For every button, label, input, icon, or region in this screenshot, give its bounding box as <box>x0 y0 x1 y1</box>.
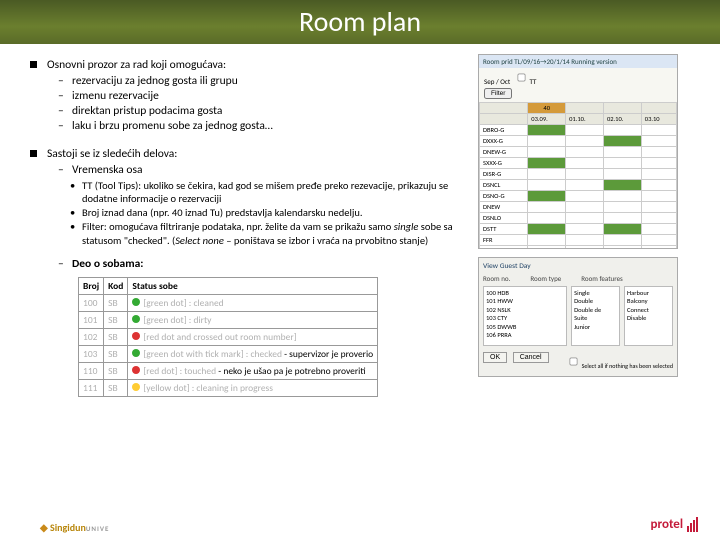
slide-title: Room plan <box>0 0 720 44</box>
roomno-listbox[interactable]: 100 HDB101 HWW102 NSLK103 CTY105 DWWB106… <box>483 286 567 346</box>
date-row: 03.09.01.10.02.10.03.10 <box>480 114 677 125</box>
sep-oct-label: Sep / Oct <box>484 77 510 86</box>
filter-dialog-screenshot: View Guest Day Room no. Room type Room f… <box>478 257 678 377</box>
list-item: •TT (Tool Tips): ukoliko se čekira, kad … <box>70 179 470 205</box>
room-row: SXXX-G <box>480 158 677 169</box>
room-row: DSNLO <box>480 213 677 224</box>
section2-sub2: –Deo o sobama: <box>58 257 470 271</box>
list-item: –laku i brzu promenu sobe za jednog gost… <box>58 119 470 133</box>
room-plan-screenshot: Room prid TL/09/16→20/1/14 Running versi… <box>478 54 678 249</box>
roomtype-listbox[interactable]: SingleDoubleDouble deSuiteJunior <box>571 286 620 346</box>
col-broj: Broj <box>79 277 104 294</box>
square-bullet-icon <box>30 150 37 157</box>
cancel-button[interactable]: Cancel <box>513 352 549 363</box>
table-row: 110SB[red dot] : touched - neko je ušao … <box>79 362 378 379</box>
section2-sub1: –Vremenska osa <box>58 163 470 177</box>
col-roomtype: Room type <box>530 274 561 283</box>
square-bullet-icon <box>30 61 37 68</box>
dialog-columns: Room no. Room type Room features <box>483 274 673 283</box>
protel-logo: protel <box>651 517 698 532</box>
list-item: •Broj iznad dana (npr. 40 iznad Tu) pred… <box>70 206 470 219</box>
right-column: Room prid TL/09/16→20/1/14 Running versi… <box>470 54 680 397</box>
section1-heading: Osnovni prozor za rad koji omogućava: <box>47 58 226 72</box>
room-row: DSTT <box>480 224 677 235</box>
room-row: FFR <box>480 235 677 246</box>
table-header-row: Broj Kod Status sobe <box>79 277 378 294</box>
list-item: –izmenu rezervacije <box>58 89 470 103</box>
status-table: Broj Kod Status sobe 100SB[green dot] : … <box>78 277 378 397</box>
col-roomno: Room no. <box>483 274 510 283</box>
dialog-title: View Guest Day <box>483 262 673 271</box>
features-listbox[interactable]: HarbourBalconyConnectDisable <box>624 286 673 346</box>
table-row: 102SB[red dot and crossed out room numbe… <box>79 328 378 345</box>
window-title: Room prid TL/09/16→20/1/14 Running versi… <box>479 55 677 68</box>
room-row: DSNCL <box>480 180 677 191</box>
left-column: Osnovni prozor za rad koji omogućava: –r… <box>30 54 470 397</box>
section2-bullets: •TT (Tool Tips): ukoliko se čekira, kad … <box>70 179 470 247</box>
room-row: DSNO-G <box>480 191 677 202</box>
room-row: DBRO-G <box>480 125 677 136</box>
section2-heading: Sastoji se iz sledećih delova: <box>47 147 177 161</box>
table-row: 100SB[green dot] : cleaned <box>79 294 378 311</box>
content-area: Osnovni prozor za rad koji omogućava: –r… <box>0 44 720 397</box>
section1: Osnovni prozor za rad koji omogućava: <box>30 58 470 72</box>
col-features: Room features <box>581 274 623 283</box>
table-row: 101SB[green dot] : dirty <box>79 311 378 328</box>
section2: Sastoji se iz sledećih delova: <box>30 147 470 161</box>
col-kod: Kod <box>104 277 128 294</box>
room-row: XXXD <box>480 246 677 250</box>
room-row: DNEW <box>480 202 677 213</box>
table-row: 111SB[yellow dot] : cleaning in progress <box>79 379 378 396</box>
room-row: DXXX-G <box>480 136 677 147</box>
room-row: DNEW-G <box>480 147 677 158</box>
table-row: 103SB[green dot with tick mark] : checke… <box>79 345 378 362</box>
select-all-checkbox[interactable] <box>570 358 578 366</box>
week-row: 40 <box>480 103 677 114</box>
section1-list: –rezervaciju za jednog gosta ili grupu –… <box>58 74 470 133</box>
select-all-label: Select all if nothing has been selected <box>582 362 673 370</box>
tt-checkbox[interactable] <box>518 74 526 82</box>
filter-button[interactable]: Filter <box>484 88 512 99</box>
singidunum-logo: ◆ SingidunUNIVE <box>40 521 109 534</box>
tt-label: TT <box>530 77 537 86</box>
room-grid: 40 03.09.01.10.02.10.03.10 DBRO-GDXXX-GD… <box>479 102 677 249</box>
room-row: DISR-G <box>480 169 677 180</box>
col-status: Status sobe <box>128 277 378 294</box>
list-item: •Filter: omogućava filtriranje podataka,… <box>70 220 470 246</box>
ok-button[interactable]: OK <box>483 352 507 363</box>
list-item: –direktan pristup podacima gosta <box>58 104 470 118</box>
list-item: –rezervaciju za jednog gosta ili grupu <box>58 74 470 88</box>
